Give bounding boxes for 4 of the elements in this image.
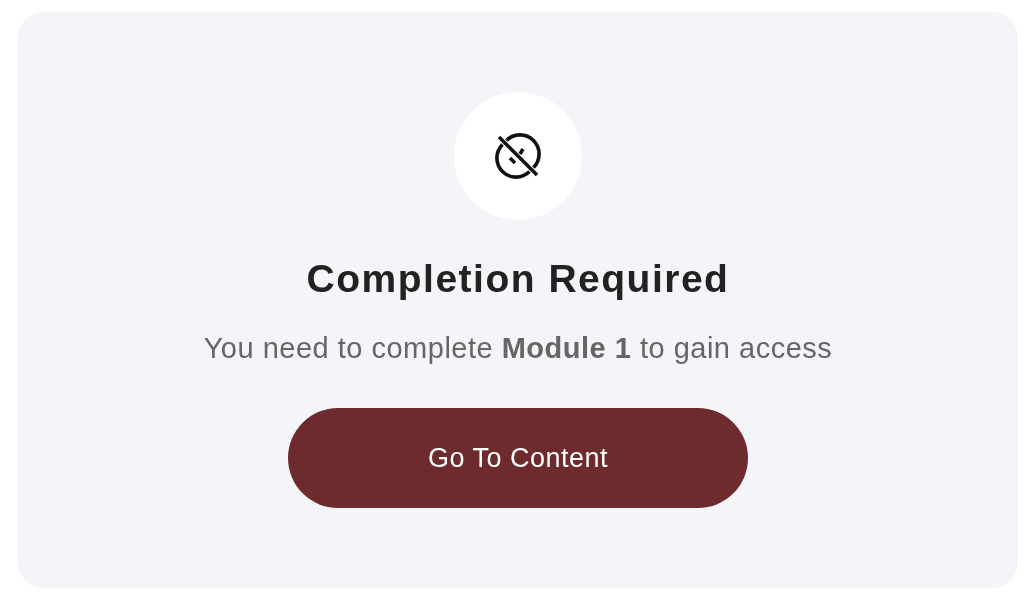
dialog-message: You need to complete Module 1 to gain access xyxy=(203,331,833,365)
go-to-content-button[interactable]: Go To Content xyxy=(288,408,748,508)
blocked-face-icon xyxy=(454,92,582,220)
dialog-title: Completion Required xyxy=(306,256,730,302)
